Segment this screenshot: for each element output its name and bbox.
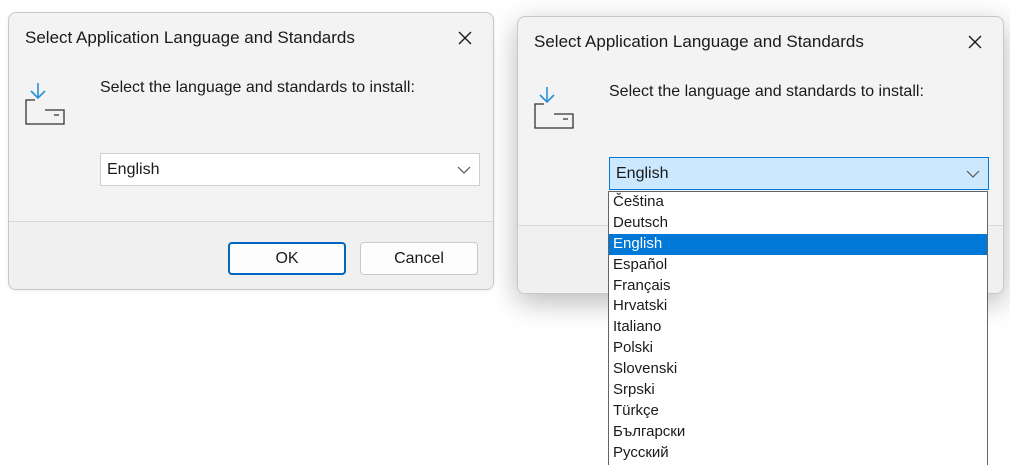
language-combobox[interactable]: English [100,153,480,186]
dropdown-option[interactable]: Français [609,276,987,297]
language-dialog: Select Application Language and Standard… [8,12,494,290]
install-download-icon [534,87,574,129]
dropdown-option[interactable]: Srpski [609,380,987,401]
language-dropdown-list[interactable]: Čeština Deutsch English Español Français Hrva… [608,191,988,465]
dropdown-option[interactable]: Български [609,422,987,443]
chevron-down-icon [966,170,980,178]
language-combobox[interactable]: English [609,157,989,190]
dropdown-option[interactable]: English [609,233,987,255]
dropdown-option[interactable]: Italiano [609,317,987,338]
dropdown-option[interactable]: Polski [609,338,987,359]
dropdown-option[interactable]: Türkçe [609,401,987,422]
title-bar[interactable]: Select Application Language and Standard… [9,13,493,63]
instruction-text: Select the language and standards to ins… [609,83,924,100]
dialog-title: Select Application Language and Standard… [534,32,864,51]
button-bar: OK Cancel [9,221,493,289]
close-icon [968,35,982,49]
chevron-down-icon [457,166,471,174]
close-icon [458,31,472,45]
selected-language: English [616,165,669,182]
instruction-text: Select the language and standards to ins… [100,79,415,96]
dropdown-option[interactable]: Deutsch [609,213,987,234]
dropdown-option[interactable]: Español [609,255,987,276]
title-bar[interactable]: Select Application Language and Standard… [518,17,1003,67]
ok-button[interactable]: OK [228,242,346,275]
dropdown-option[interactable]: Hrvatski [609,296,987,317]
selected-language: English [107,161,160,178]
dialog-content: Select the language and standards to ins… [9,63,493,221]
dialog-title: Select Application Language and Standard… [25,28,355,47]
install-download-icon [25,83,65,125]
dropdown-option[interactable]: Slovenski [609,359,987,380]
cancel-button[interactable]: Cancel [360,242,478,275]
close-button[interactable] [957,27,993,57]
dropdown-option[interactable]: Čeština [609,192,987,213]
close-button[interactable] [447,23,483,53]
dropdown-option[interactable]: Русский [609,443,987,464]
